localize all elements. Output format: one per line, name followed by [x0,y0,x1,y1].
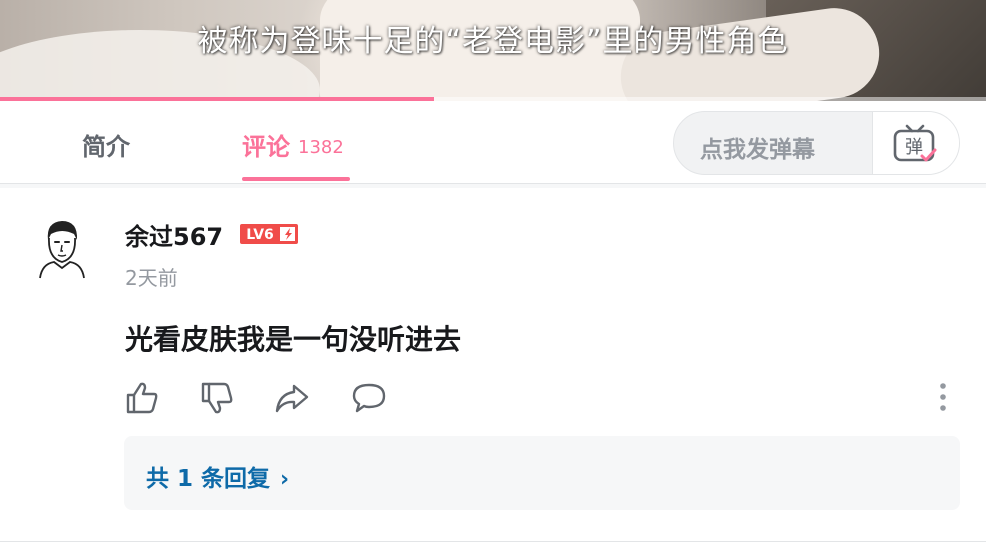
section-divider [0,184,986,188]
active-tab-indicator [242,177,350,181]
video-subtitle: 被称为登味十足的“老登电影”里的男性角色 [197,24,789,59]
reply-icon[interactable] [351,380,387,416]
dislike-icon[interactable] [199,380,235,416]
replies-label: 共 1 条回复 [146,466,271,492]
tab-bar: 简介 评论 1382 点我发弹幕 弹 [0,101,986,183]
bottom-divider [0,541,986,542]
danmaku-toggle-button[interactable]: 弹 [872,112,959,174]
comment-time: 2天前 [125,266,178,290]
danmaku-placeholder: 点我发弹幕 [700,137,815,163]
danmaku-tv-icon: 弹 [893,124,937,162]
chevron-right-icon: › [280,467,290,492]
comment-content[interactable]: 光看皮肤我是一句没听进去 [125,318,461,358]
comment-count: 1382 [298,137,344,158]
danmaku-glyph: 弹 [905,137,923,158]
tab-intro[interactable]: 简介 [82,127,130,162]
tab-comments-label: 评论 [242,133,290,161]
like-icon[interactable] [124,380,160,416]
danmaku-input[interactable]: 点我发弹幕 弹 [673,111,960,175]
level-badge: LV6 [240,224,298,244]
view-replies-link[interactable]: 共 1 条回复 › [146,459,289,493]
level-badge-text: LV6 [246,227,274,243]
share-icon[interactable] [274,380,310,416]
video-player[interactable]: 被称为登味十足的“老登电影”里的男性角色 [0,0,986,101]
replies-box[interactable]: 共 1 条回复 › [124,436,960,510]
tab-comments[interactable]: 评论 1382 [242,127,344,162]
avatar[interactable] [34,216,90,280]
more-icon[interactable] [928,381,958,413]
comment-username[interactable]: 余过567 [125,217,223,252]
